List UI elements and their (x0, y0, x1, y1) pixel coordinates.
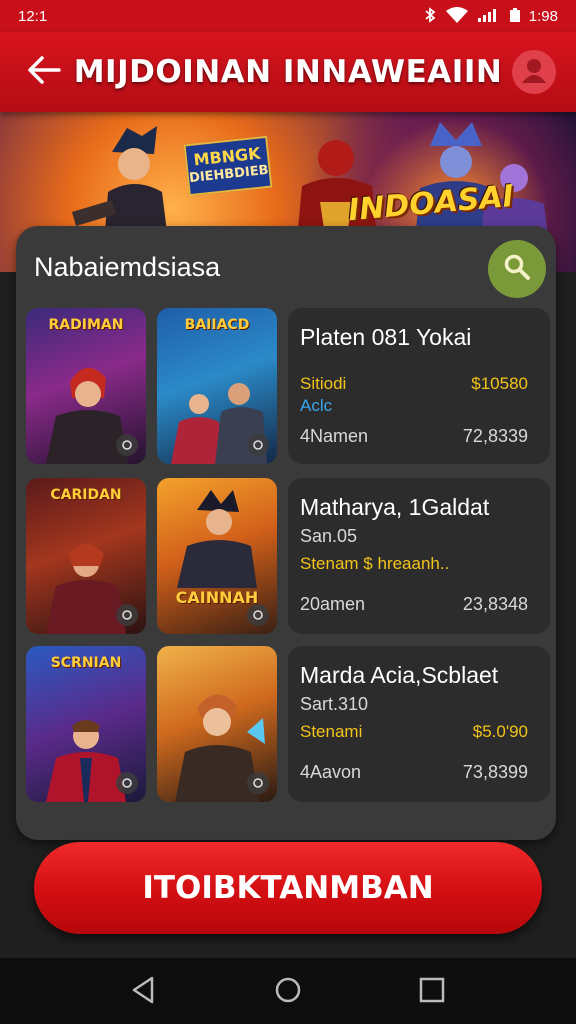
search-input[interactable]: Nabaiemdsiasa (34, 252, 220, 283)
game-info-card[interactable]: Marda Acia,Scblaet Sart.310 Stenami $5.0… (288, 646, 550, 802)
game-thumbnail[interactable]: RADIMAN (26, 308, 146, 464)
game-meta-right: 72,8339 (462, 426, 528, 446)
search-button[interactable] (488, 240, 546, 298)
user-avatar-icon (519, 55, 549, 90)
nav-back-button[interactable] (126, 972, 162, 1008)
badge-icon (247, 772, 269, 794)
game-name: Marda Acia,Scblaet (300, 662, 499, 688)
search-icon (503, 253, 531, 286)
wifi-icon (445, 7, 469, 25)
bluetooth-icon (423, 7, 437, 25)
badge-icon (247, 604, 269, 626)
thumbnail-title: SCRNIAN (50, 655, 122, 671)
game-thumbnail[interactable]: SCRNIAN (26, 646, 146, 802)
game-meta-left: 4Namen (300, 426, 369, 446)
nav-recents-button[interactable] (414, 972, 450, 1008)
banner-logo: MBNGK DIEHBDIEB (183, 135, 273, 197)
system-nav-bar (0, 958, 576, 1024)
list-item[interactable]: CARIDAN CAINNAH Matharya, 1Galdat San.05… (26, 478, 550, 638)
badge-icon (116, 604, 138, 626)
game-price: $10580 (471, 374, 528, 393)
signal-icon (477, 7, 501, 25)
thumbnail-title: CARIDAN (50, 487, 122, 503)
battery-text: 1:98 (528, 7, 558, 25)
game-list-panel: Nabaiemdsiasa RADIMAN BAIIACD Platen 081… (16, 226, 556, 840)
game-meta-right: 23,8348 (462, 594, 528, 614)
status-time: 12:1 (18, 7, 48, 25)
page-title: MIJDOINAN INNAWEAIIN (73, 54, 503, 90)
game-meta-left: 20amen (300, 594, 366, 614)
badge-icon (116, 772, 138, 794)
thumbnail-title: CAINNAH (175, 588, 259, 607)
battery-icon (509, 7, 521, 25)
square-recents-icon (414, 977, 450, 1012)
list-item[interactable]: SCRNIAN Marda Acia,Scblaet Sart.310 Sten… (26, 646, 550, 806)
game-subtitle: San.05 (300, 526, 358, 546)
profile-button[interactable] (512, 50, 556, 94)
status-icons: 1:98 (423, 7, 558, 25)
badge-icon (116, 434, 138, 456)
game-name: Matharya, 1Galdat (300, 494, 490, 520)
game-info-card[interactable]: Matharya, 1Galdat San.05 Stenam $ hreaan… (288, 478, 550, 634)
game-label: Stenami (300, 722, 363, 741)
list-item[interactable]: RADIMAN BAIIACD Platen 081 Yokai Sitiodi… (26, 308, 550, 468)
status-bar: 12:1 1:98 (0, 0, 576, 32)
game-label: Sitiodi (300, 374, 347, 393)
game-label: Stenam $ hreaanh.. (300, 554, 450, 573)
circle-home-icon (270, 977, 306, 1012)
game-info-card[interactable]: Platen 081 Yokai Sitiodi $10580 Aclc 4Na… (288, 308, 550, 464)
triangle-back-icon (126, 976, 162, 1012)
game-thumbnail[interactable]: CARIDAN (26, 478, 146, 634)
game-price: $5.0'90 (472, 722, 528, 741)
nav-home-button[interactable] (270, 972, 306, 1008)
thumbnail-title: BAIIACD (184, 317, 250, 333)
game-thumbnail[interactable]: CAINNAH (157, 478, 277, 634)
badge-icon (247, 434, 269, 456)
game-meta-left: 4Aavon (300, 762, 362, 782)
game-subtitle: Sart.310 (300, 694, 369, 714)
thumbnail-title: RADIMAN (48, 317, 124, 333)
game-tag: Aclc (300, 396, 333, 415)
primary-action-button[interactable]: ITOIBKTANMBAN (34, 842, 542, 934)
game-name: Platen 081 Yokai (300, 324, 472, 350)
game-thumbnail[interactable] (157, 646, 277, 802)
character-art (177, 490, 257, 588)
game-thumbnail[interactable]: BAIIACD (157, 308, 277, 464)
game-meta-right: 73,8399 (462, 762, 528, 782)
app-bar: MIJDOINAN INNAWEAIIN (0, 32, 576, 112)
